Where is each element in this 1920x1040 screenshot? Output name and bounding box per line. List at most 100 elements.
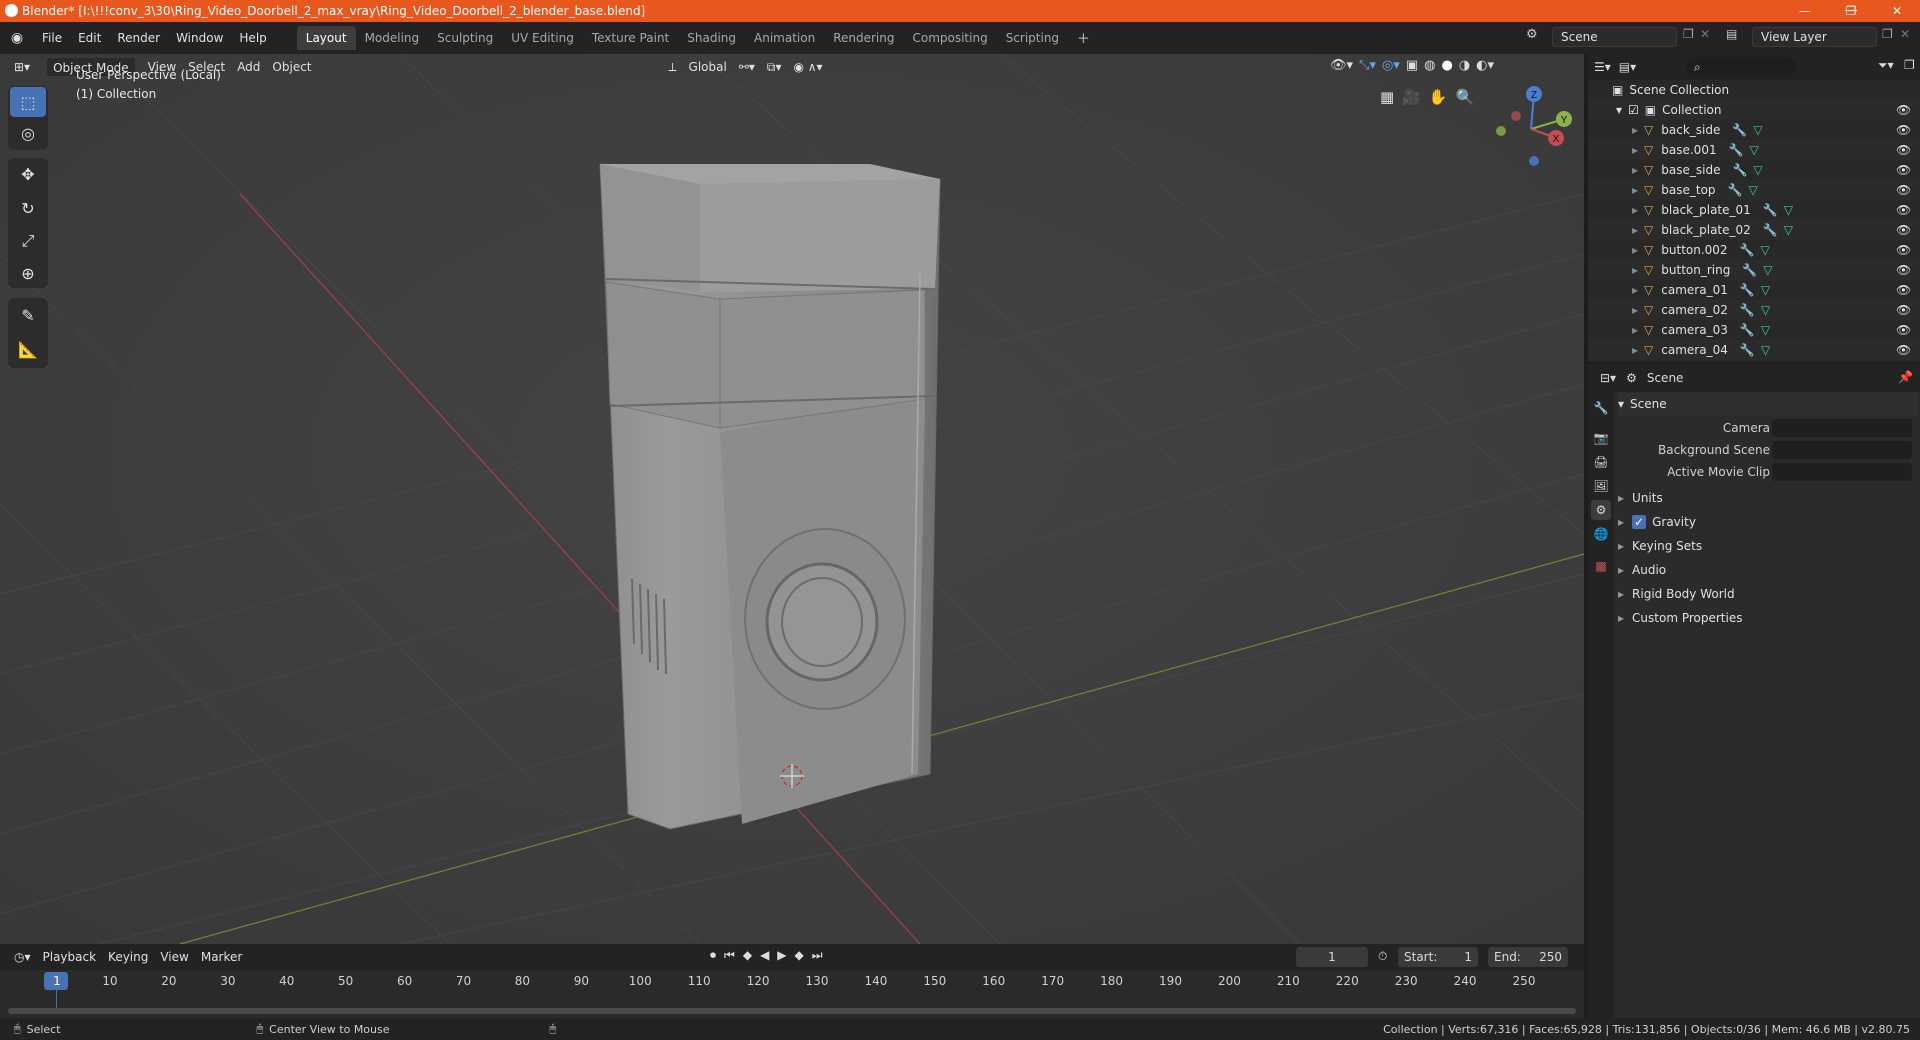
maximize-button[interactable]: ❐: [1828, 0, 1874, 22]
texture-tab-icon[interactable]: ▩: [1591, 556, 1611, 576]
mesh-data-icon[interactable]: ▽: [1761, 343, 1770, 357]
outliner-item[interactable]: ▸ ▽ base_side 🔧 ▽ 👁: [1588, 160, 1920, 180]
outliner-collection[interactable]: ▾ ☑ ▣ Collection 👁: [1588, 100, 1920, 120]
expand-arrow-icon[interactable]: ▸: [1632, 203, 1638, 217]
outliner-item[interactable]: ▸ ▽ button_ring 🔧 ▽ 👁: [1588, 260, 1920, 280]
modifier-icon[interactable]: 🔧: [1763, 223, 1778, 237]
timeline-editor-icon[interactable]: ◷▾: [8, 947, 37, 967]
view-layer-selector[interactable]: View Layer: [1752, 27, 1877, 47]
display-mode-icon[interactable]: ▤▾: [1619, 60, 1636, 74]
outliner-item[interactable]: ▸ ▽ button.002 🔧 ▽ 👁: [1588, 240, 1920, 260]
transform-orientation-selector[interactable]: Global: [683, 57, 733, 77]
delete-scene-icon[interactable]: ✕: [1700, 27, 1710, 41]
preview-range-icon[interactable]: ⏱: [1378, 949, 1387, 964]
add-workspace-button[interactable]: +: [1068, 26, 1099, 50]
transform-orientation-icon[interactable]: ⟂: [663, 57, 683, 77]
expand-arrow-icon[interactable]: ▸: [1632, 183, 1638, 197]
menu-playback[interactable]: Playback: [37, 947, 103, 967]
current-frame-field[interactable]: 1: [1296, 947, 1368, 967]
expand-arrow-icon[interactable]: ▸: [1632, 303, 1638, 317]
modifier-icon[interactable]: 🔧: [1740, 303, 1755, 317]
delete-view-layer-icon[interactable]: ✕: [1900, 27, 1910, 41]
play-icon[interactable]: ▶: [777, 948, 786, 963]
mesh-data-icon[interactable]: ▽: [1753, 163, 1762, 177]
mesh-data-icon[interactable]: ▽: [1784, 223, 1793, 237]
visibility-icon[interactable]: 👁▾: [1330, 58, 1353, 73]
outliner-editor-icon[interactable]: ☰▾: [1594, 60, 1611, 74]
expand-arrow-icon[interactable]: ▸: [1632, 223, 1638, 237]
cursor-tool[interactable]: ◎: [10, 118, 46, 148]
tab-shading[interactable]: Shading: [678, 26, 745, 50]
navigation-gizmo[interactable]: Z Y X: [1486, 84, 1576, 174]
outliner-scene-collection[interactable]: ▣ Scene Collection: [1588, 80, 1920, 100]
visibility-eye-icon[interactable]: 👁: [1896, 283, 1911, 297]
outliner-item[interactable]: ▸ ▽ base_top 🔧 ▽ 👁: [1588, 180, 1920, 200]
checkbox-icon[interactable]: ☑: [1628, 103, 1639, 117]
mesh-data-icon[interactable]: ▽: [1761, 243, 1770, 257]
snap-icon[interactable]: ⧉▾: [761, 57, 788, 77]
scene-tab-icon[interactable]: ⚙: [1591, 500, 1611, 520]
measure-tool[interactable]: 📐: [10, 334, 46, 364]
modifier-icon[interactable]: 🔧: [1742, 263, 1757, 277]
visibility-eye-icon[interactable]: 👁: [1896, 263, 1911, 277]
modifier-icon[interactable]: 🔧: [1740, 323, 1755, 337]
visibility-eye-icon[interactable]: 👁: [1896, 103, 1911, 117]
subpanel-header[interactable]: ▸ Units: [1618, 487, 1918, 509]
menu-file[interactable]: File: [34, 27, 70, 49]
mesh-data-icon[interactable]: ▽: [1750, 143, 1759, 157]
play-reverse-icon[interactable]: ◀: [760, 948, 769, 963]
menu-window[interactable]: Window: [168, 27, 231, 49]
scene-selector[interactable]: Scene: [1552, 27, 1677, 47]
visibility-eye-icon[interactable]: 👁: [1896, 163, 1911, 177]
solid-shading-icon[interactable]: ●: [1441, 58, 1452, 73]
rotate-tool[interactable]: ↻: [10, 193, 46, 223]
menu-add[interactable]: Add: [231, 57, 266, 77]
tab-texture-paint[interactable]: Texture Paint: [583, 26, 678, 50]
expand-arrow-icon[interactable]: ▸: [1632, 123, 1638, 137]
rendered-shading-icon[interactable]: ◐▾: [1476, 58, 1494, 73]
filter-icon[interactable]: ⏷▾: [1878, 58, 1894, 73]
background-scene-field[interactable]: [1772, 441, 1912, 459]
menu-keying[interactable]: Keying: [102, 947, 154, 967]
expand-arrow-icon[interactable]: ▸: [1632, 163, 1638, 177]
new-collection-icon[interactable]: ❐: [1904, 58, 1915, 72]
modifier-icon[interactable]: 🔧: [1729, 143, 1744, 157]
visibility-eye-icon[interactable]: 👁: [1896, 123, 1911, 137]
new-view-layer-icon[interactable]: ❐: [1882, 27, 1893, 41]
menu-help[interactable]: Help: [231, 27, 274, 49]
mesh-data-icon[interactable]: ▽: [1763, 263, 1772, 277]
output-tab-icon[interactable]: 🖨: [1591, 452, 1611, 472]
outliner-item[interactable]: ▸ ▽ camera_04 🔧 ▽ 👁: [1588, 340, 1920, 360]
modifier-icon[interactable]: 🔧: [1740, 283, 1755, 297]
outliner-item[interactable]: ▸ ▽ camera_01 🔧 ▽ 👁: [1588, 280, 1920, 300]
proportional-edit-icon[interactable]: ◉ ∧▾: [787, 57, 828, 77]
modifier-icon[interactable]: 🔧: [1740, 243, 1755, 257]
expand-arrow-icon[interactable]: ▸: [1632, 283, 1638, 297]
outliner-item[interactable]: ▸ ▽ camera_02 🔧 ▽ 👁: [1588, 300, 1920, 320]
annotate-tool[interactable]: ✎: [10, 300, 46, 330]
visibility-eye-icon[interactable]: 👁: [1896, 243, 1911, 257]
menu-render[interactable]: Render: [109, 27, 168, 49]
start-frame-field[interactable]: Start: 1: [1398, 947, 1478, 967]
new-scene-icon[interactable]: ❐: [1683, 27, 1694, 41]
visibility-eye-icon[interactable]: 👁: [1896, 203, 1911, 217]
expand-arrow-icon[interactable]: ▸: [1632, 323, 1638, 337]
record-icon[interactable]: ⏺: [710, 948, 716, 963]
tab-layout[interactable]: Layout: [296, 26, 356, 50]
visibility-eye-icon[interactable]: 👁: [1896, 323, 1911, 337]
outliner-item[interactable]: ▸ ▽ base.001 🔧 ▽ 👁: [1588, 140, 1920, 160]
visibility-eye-icon[interactable]: 👁: [1896, 183, 1911, 197]
visibility-eye-icon[interactable]: 👁: [1896, 143, 1911, 157]
tab-uv-editing[interactable]: UV Editing: [502, 26, 583, 50]
active-movie-clip-field[interactable]: [1772, 463, 1912, 481]
outliner-item[interactable]: ▸ ▽ back_side 🔧 ▽ 👁: [1588, 120, 1920, 140]
render-tab-icon[interactable]: 📷: [1591, 428, 1611, 448]
world-tab-icon[interactable]: 🌐: [1591, 524, 1611, 544]
view-layer-tab-icon[interactable]: 🖼: [1591, 476, 1611, 496]
mesh-data-icon[interactable]: ▽: [1784, 203, 1793, 217]
mesh-data-icon[interactable]: ▽: [1761, 303, 1770, 317]
pin-icon[interactable]: 📌: [1898, 370, 1913, 384]
mesh-data-icon[interactable]: ▽: [1749, 183, 1758, 197]
visibility-eye-icon[interactable]: 👁: [1896, 303, 1911, 317]
3d-viewport[interactable]: ⊞▾ Object Mode View Select Add Object ⟂ …: [0, 54, 1584, 944]
